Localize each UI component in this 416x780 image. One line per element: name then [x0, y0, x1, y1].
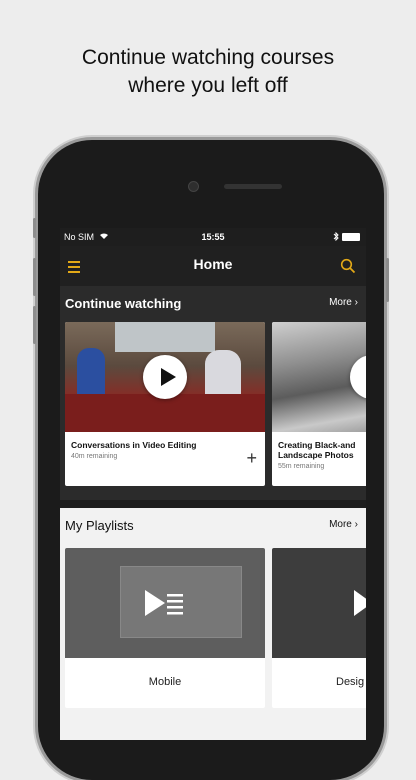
power-button: [386, 258, 389, 302]
marketing-headline: Continue watching courses where you left…: [0, 44, 416, 100]
volume-up-button: [33, 258, 36, 296]
earpiece-speaker: [224, 184, 282, 189]
headline-line-2: where you left off: [128, 74, 288, 97]
page-title: Home: [193, 256, 233, 272]
status-bar: No SIM 15:55: [60, 228, 366, 246]
section-title: My Playlists: [65, 518, 134, 533]
course-remaining: 55m remaining: [278, 463, 325, 470]
nav-bar: Home: [60, 246, 366, 286]
bluetooth-icon: [333, 232, 339, 241]
continue-watching-section: Continue watching More › Conversations i…: [60, 286, 366, 500]
volume-down-button: [33, 306, 36, 344]
playlist-play-icon[interactable]: [143, 588, 187, 618]
mute-switch: [33, 218, 36, 238]
phone-frame: No SIM 15:55 Home Continue watching More…: [33, 140, 389, 780]
thumb-window: [115, 322, 215, 352]
thumb-couch: [65, 394, 265, 432]
course-card[interactable]: Creating Black-and Landscape Photos 55m …: [272, 322, 366, 486]
more-label: More: [329, 519, 352, 530]
course-card[interactable]: Conversations in Video Editing 40m remai…: [65, 322, 265, 486]
course-title: Creating Black-and Landscape Photos: [278, 440, 356, 460]
course-title: Conversations in Video Editing: [71, 440, 197, 450]
playlist-card[interactable]: Mobile: [65, 548, 265, 708]
course-thumbnail: [65, 322, 265, 432]
play-button[interactable]: [350, 355, 366, 399]
status-right: [333, 232, 360, 241]
playlist-thumbnail: [272, 548, 366, 658]
playlist-name: Desig: [336, 676, 365, 688]
playlist-play-icon[interactable]: [352, 588, 366, 618]
playlist-card[interactable]: Desig: [272, 548, 366, 708]
course-thumbnail: [272, 322, 366, 432]
playlists-more-link[interactable]: More ›: [329, 519, 358, 530]
status-time: 15:55: [201, 232, 225, 242]
chevron-right-icon: ›: [354, 297, 358, 308]
my-playlists-section: My Playlists More › Mobile Desig: [60, 508, 366, 740]
playlist-thumbnail: [65, 548, 265, 658]
continue-watching-more-link[interactable]: More ›: [329, 297, 358, 308]
chevron-right-icon: ›: [354, 519, 358, 530]
battery-icon: [342, 232, 360, 241]
more-label: More: [329, 297, 352, 308]
app-screen: No SIM 15:55 Home Continue watching More…: [60, 228, 366, 740]
search-icon[interactable]: [340, 258, 356, 274]
section-title: Continue watching: [65, 296, 182, 311]
playlist-name: Mobile: [148, 676, 182, 688]
course-remaining: 40m remaining: [71, 453, 118, 460]
front-camera: [188, 181, 199, 192]
play-button[interactable]: [143, 355, 187, 399]
add-to-playlist-button[interactable]: +: [246, 448, 257, 469]
headline-line-1: Continue watching courses: [81, 46, 335, 69]
